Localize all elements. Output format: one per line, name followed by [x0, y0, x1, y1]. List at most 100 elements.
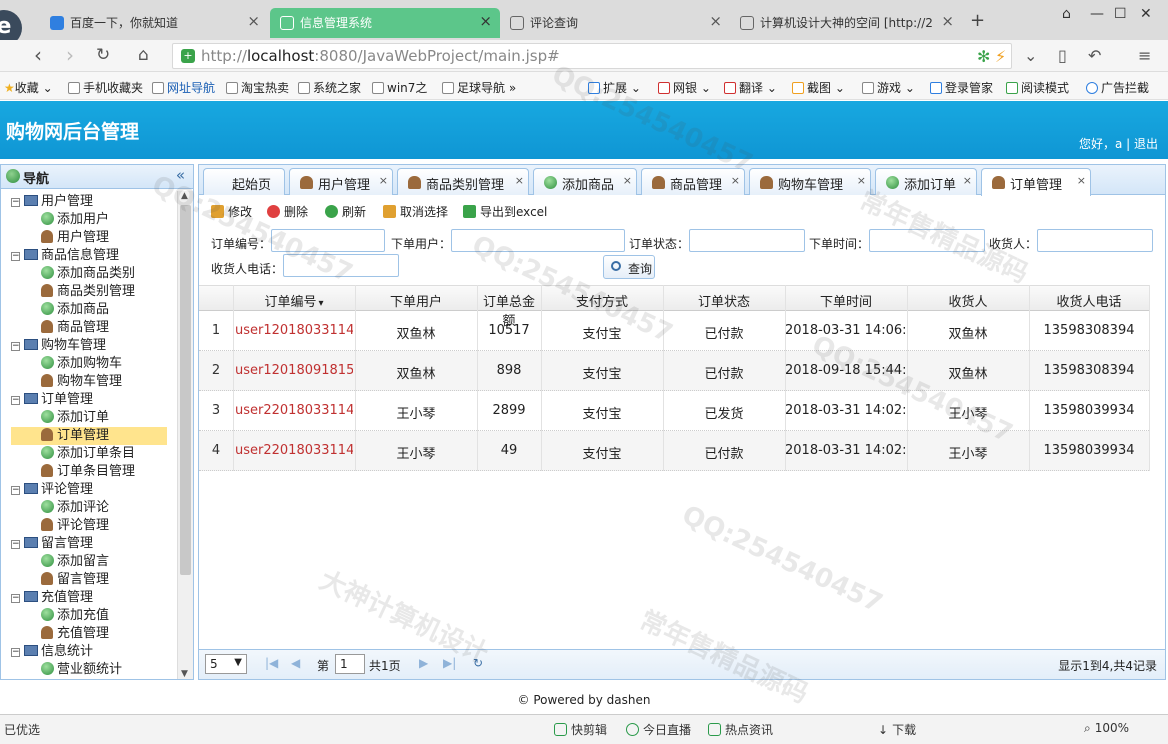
- page-tab[interactable]: 起始页: [203, 168, 285, 195]
- export-excel-button[interactable]: 导出到excel: [463, 203, 547, 220]
- column-header[interactable]: 收货人电话: [1029, 291, 1149, 310]
- close-icon[interactable]: ×: [515, 174, 524, 187]
- tree-group[interactable]: − 商品信息管理: [11, 247, 171, 265]
- page-tab[interactable]: 添加商品 ×: [533, 168, 637, 195]
- favorite-item[interactable]: 广告拦截: [1086, 79, 1149, 96]
- favorite-item[interactable]: 网银 ⌄: [658, 79, 711, 96]
- table-row[interactable]: 4 user220180331140 王小琴 49 支付宝 已付款 2018-03-31 1…: [199, 431, 1149, 471]
- undo-icon[interactable]: ↶: [1088, 46, 1101, 65]
- tree-item[interactable]: 添加充值: [11, 607, 167, 625]
- column-header[interactable]: 订单状态: [663, 291, 785, 310]
- user-greeting-logout[interactable]: 您好，a | 退出: [1079, 135, 1158, 152]
- page-tab[interactable]: 商品管理 ×: [641, 168, 745, 195]
- query-button[interactable]: 查询: [603, 255, 655, 279]
- tree-item[interactable]: 添加用户: [11, 211, 167, 229]
- tree-group[interactable]: − 订单管理: [11, 391, 171, 409]
- forward-icon[interactable]: ›: [66, 43, 74, 67]
- favorite-item[interactable]: 截图 ⌄: [792, 79, 845, 96]
- scroll-up-icon[interactable]: ▲: [181, 191, 188, 201]
- scrollbar-thumb[interactable]: [180, 205, 191, 575]
- browser-tab-0[interactable]: 百度一下，你就知道 ×: [40, 8, 268, 38]
- table-row[interactable]: 2 user120180918154 双鱼林 898 支付宝 已付款 2018-09-18 …: [199, 351, 1149, 391]
- browser-tab-1[interactable]: 信息管理系统 ×: [270, 8, 500, 38]
- sidebar-scrollbar[interactable]: ▲ ▼: [177, 191, 193, 679]
- tree-item[interactable]: 营业额统计: [11, 661, 167, 679]
- close-icon[interactable]: ×: [479, 12, 492, 30]
- refresh-button[interactable]: 刷新: [325, 203, 366, 220]
- favorite-item[interactable]: 手机收藏夹: [68, 79, 143, 96]
- delete-button[interactable]: 删除: [267, 203, 308, 220]
- close-icon[interactable]: ×: [247, 12, 260, 30]
- new-tab-icon[interactable]: +: [970, 10, 985, 31]
- page-tab[interactable]: 购物车管理 ×: [749, 168, 871, 195]
- browser-tab-3[interactable]: 计算机设计大神的空间 [http://2 ×: [730, 8, 962, 38]
- favorite-item[interactable]: 游戏 ⌄: [862, 79, 915, 96]
- tree-item[interactable]: 添加订单: [11, 409, 167, 427]
- tree-group[interactable]: − 购物车管理: [11, 337, 171, 355]
- reload-icon[interactable]: ↻: [96, 45, 110, 65]
- tree-item[interactable]: 添加购物车: [11, 355, 167, 373]
- table-row[interactable]: 3 user220180331140 王小琴 2899 支付宝 已发货 2018-03-31…: [199, 391, 1149, 431]
- collapse-icon[interactable]: «: [176, 166, 185, 184]
- page-tab[interactable]: 添加订单 ×: [875, 168, 977, 195]
- prev-page-icon[interactable]: ◀: [291, 656, 300, 670]
- favorite-item[interactable]: ★收藏 ⌄: [4, 79, 53, 96]
- tree-item[interactable]: 添加评论: [11, 499, 167, 517]
- column-header[interactable]: 支付方式: [541, 291, 663, 310]
- tree-item[interactable]: 订单条目管理: [11, 463, 167, 481]
- page-tab[interactable]: 商品类别管理 ×: [397, 168, 529, 195]
- receiver-phone-input[interactable]: [283, 254, 399, 277]
- tree-group[interactable]: − 留言管理: [11, 535, 171, 553]
- toggle-icon[interactable]: −: [11, 396, 20, 405]
- next-page-icon[interactable]: ▶: [419, 656, 428, 670]
- last-page-icon[interactable]: ▶|: [443, 656, 456, 670]
- tree-item[interactable]: 留言管理: [11, 571, 167, 589]
- favorite-item[interactable]: 系统之家: [298, 79, 361, 96]
- tree-item[interactable]: 订单管理: [11, 427, 167, 445]
- close-icon[interactable]: ×: [1077, 174, 1086, 187]
- close-icon[interactable]: ×: [857, 174, 866, 187]
- close-icon[interactable]: ×: [709, 12, 722, 30]
- address-bar[interactable]: + http://localhost:8080/JavaWebProject/m…: [172, 43, 1012, 69]
- leaf-icon[interactable]: ✻: [977, 47, 990, 66]
- tree-group[interactable]: − 用户管理: [11, 193, 171, 211]
- status-item[interactable]: ↓ 下载: [878, 721, 916, 738]
- favorite-item[interactable]: 足球导航 »: [442, 79, 516, 96]
- receiver-input[interactable]: [1037, 229, 1153, 252]
- favorite-item[interactable]: 扩展 ⌄: [588, 79, 641, 96]
- tree-item[interactable]: 充值管理: [11, 625, 167, 643]
- toggle-icon[interactable]: −: [11, 540, 20, 549]
- toggle-icon[interactable]: −: [11, 198, 20, 207]
- status-item[interactable]: 热点资讯: [708, 721, 773, 738]
- favorite-item[interactable]: 阅读模式: [1006, 79, 1069, 96]
- tree-group[interactable]: − 评论管理: [11, 481, 171, 499]
- back-icon[interactable]: ‹: [34, 43, 42, 67]
- close-icon[interactable]: ×: [963, 174, 972, 187]
- status-item[interactable]: 快剪辑: [554, 721, 607, 738]
- tree-item[interactable]: 用户管理: [11, 229, 167, 247]
- menu-icon[interactable]: ≡: [1138, 46, 1151, 65]
- tree-item[interactable]: 商品管理: [11, 319, 167, 337]
- phone-icon[interactable]: ▯: [1058, 46, 1067, 65]
- tree-group[interactable]: − 信息统计: [11, 643, 171, 661]
- tree-item[interactable]: 商品类别管理: [11, 283, 167, 301]
- close-icon[interactable]: ×: [379, 174, 388, 187]
- close-icon[interactable]: ×: [623, 174, 632, 187]
- column-header[interactable]: 收货人: [907, 291, 1029, 310]
- scroll-down-icon[interactable]: ▼: [181, 669, 188, 679]
- tree-item[interactable]: 评论管理: [11, 517, 167, 535]
- zoom-level[interactable]: ⌕ 100%: [1084, 721, 1129, 736]
- flash-icon[interactable]: ⚡: [995, 47, 1006, 66]
- home-icon[interactable]: ⌂: [138, 45, 149, 65]
- tree-item[interactable]: 购物车管理: [11, 373, 167, 391]
- page-tab[interactable]: 订单管理 ×: [981, 168, 1091, 196]
- toggle-icon[interactable]: −: [11, 252, 20, 261]
- order-time-input[interactable]: [869, 229, 985, 252]
- column-header[interactable]: 订单编号 ▾: [233, 291, 355, 310]
- tree-item[interactable]: 添加留言: [11, 553, 167, 571]
- column-header[interactable]: 下单时间: [785, 291, 907, 310]
- favorite-item[interactable]: 淘宝热卖: [226, 79, 289, 96]
- shirt-icon[interactable]: ⌂: [1062, 6, 1071, 22]
- status-item[interactable]: 今日直播: [626, 721, 691, 738]
- close-icon[interactable]: ×: [731, 174, 740, 187]
